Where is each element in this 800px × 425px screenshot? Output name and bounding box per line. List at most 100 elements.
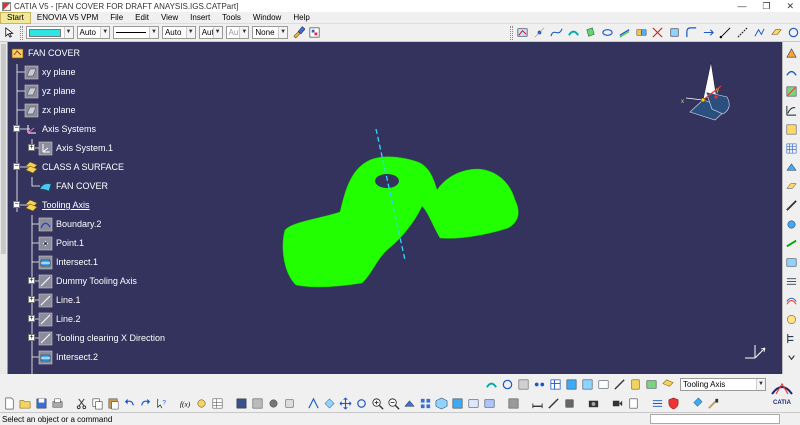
measure-item-icon[interactable] <box>546 396 560 410</box>
axis-tool-icon[interactable] <box>735 26 749 40</box>
trim-icon[interactable] <box>651 26 665 40</box>
expander-class-a-surface[interactable]: − <box>13 163 20 170</box>
translate-icon[interactable] <box>702 26 716 40</box>
current-geometrical-set-combo[interactable]: Tooling Axis ▼ <box>680 377 766 391</box>
fan-cover-surface[interactable] <box>282 156 519 288</box>
law-icon[interactable] <box>612 377 626 391</box>
expander-tooling-clearing[interactable]: + <box>28 334 35 341</box>
tree-item-line-2[interactable]: Line.2 <box>38 311 81 327</box>
menu-tools[interactable]: Tools <box>216 12 247 24</box>
tree-item-intersect-2[interactable]: Intersect.2 <box>38 349 98 365</box>
sketcher-icon[interactable] <box>516 26 530 40</box>
layer-combo[interactable]: None ▼ <box>252 26 289 39</box>
fill-color-combo[interactable]: ▼ <box>25 26 74 39</box>
table-icon[interactable] <box>548 377 562 391</box>
tree-item-zx-plane[interactable]: zx plane <box>24 102 76 118</box>
grid-icon[interactable] <box>785 141 799 155</box>
polyline-icon[interactable] <box>752 26 766 40</box>
draft-analysis-icon[interactable] <box>785 84 799 98</box>
connect-checker-icon[interactable] <box>785 122 799 136</box>
formula-fx-icon[interactable]: f(x) <box>178 396 192 410</box>
point-symbol-combo[interactable]: Aut ▼ <box>198 26 223 39</box>
fly-mode-icon[interactable] <box>306 396 320 410</box>
tree-item-fan-cover-part[interactable]: FAN COVER <box>10 45 80 61</box>
tree-item-fan-cover-surface[interactable]: FAN COVER <box>38 178 108 194</box>
zoom-out-icon[interactable] <box>386 396 400 410</box>
expander-line-2[interactable]: + <box>28 315 35 322</box>
boundary-tool-icon[interactable] <box>785 236 799 250</box>
compass-widget[interactable] <box>685 61 730 121</box>
tree-item-point-1[interactable]: Point.1 <box>38 235 84 251</box>
minimize-button[interactable]: — <box>737 0 746 12</box>
render-icon[interactable] <box>266 396 280 410</box>
multi-view-icon[interactable] <box>418 396 432 410</box>
boolean-icon[interactable] <box>516 377 530 391</box>
new-icon[interactable] <box>2 396 16 410</box>
rendering-style-combo[interactable]: Aut ▼ <box>225 26 250 39</box>
transparency-combo[interactable]: Auto ▼ <box>76 26 111 39</box>
shield-icon[interactable] <box>666 396 680 410</box>
design-table-icon[interactable] <box>210 396 224 410</box>
snapshot-icon[interactable] <box>586 396 600 410</box>
brush-icon[interactable] <box>706 396 720 410</box>
offset-icon[interactable] <box>617 26 631 40</box>
hide-show-icon[interactable] <box>644 377 658 391</box>
apply-material-icon[interactable] <box>506 396 520 410</box>
highlight-icon[interactable] <box>785 217 799 231</box>
line-tool-icon[interactable] <box>719 26 733 40</box>
expander-line-1[interactable]: + <box>28 296 35 303</box>
extrude-icon[interactable] <box>583 26 597 40</box>
layout-icon[interactable] <box>250 396 264 410</box>
menu-insert[interactable]: Insert <box>184 12 216 24</box>
video-icon[interactable] <box>610 396 624 410</box>
expander-dummy-tooling-axis[interactable]: + <box>28 277 35 284</box>
formula-icon[interactable] <box>580 377 594 391</box>
expander-tooling-axis[interactable]: − <box>13 201 20 208</box>
cut-icon[interactable] <box>74 396 88 410</box>
sweep-icon[interactable] <box>567 26 581 40</box>
circle-tool-icon[interactable] <box>786 26 800 40</box>
curvature-icon[interactable] <box>785 103 799 117</box>
tree-item-line-1[interactable]: Line.1 <box>38 292 81 308</box>
normal-view-icon[interactable] <box>402 396 416 410</box>
fit-all-icon[interactable] <box>234 396 248 410</box>
menu-enovia[interactable]: ENOVIA V5 VPM <box>31 12 104 24</box>
measure-icon[interactable] <box>785 198 799 212</box>
pan-icon[interactable] <box>338 396 352 410</box>
copy-icon[interactable] <box>90 396 104 410</box>
menu-file[interactable]: File <box>104 12 129 24</box>
measure-between-icon[interactable] <box>530 396 544 410</box>
plane-tool-icon[interactable] <box>769 26 783 40</box>
tree-item-tooling-clearing[interactable]: Tooling clearing X Direction <box>38 330 165 346</box>
tree-item-dummy-tooling-axis[interactable]: Dummy Tooling Axis <box>38 273 137 289</box>
menu-edit[interactable]: Edit <box>129 12 155 24</box>
tree-item-yz-plane[interactable]: yz plane <box>24 83 76 99</box>
join-icon[interactable] <box>634 26 648 40</box>
restore-button[interactable]: ❐ <box>762 0 770 12</box>
rotate-surface-icon[interactable] <box>500 377 514 391</box>
isophotes-icon[interactable] <box>785 293 799 307</box>
menu-start[interactable]: Start <box>0 11 31 24</box>
command-input[interactable] <box>650 414 780 424</box>
expander-axis-systems[interactable]: − <box>13 125 20 132</box>
knowledge-icon[interactable] <box>564 377 578 391</box>
tree-item-tooling-axis[interactable]: Tooling Axis <box>24 197 90 213</box>
clipboard-icon[interactable] <box>626 396 640 410</box>
shading-icon[interactable] <box>450 396 464 410</box>
open-icon[interactable] <box>18 396 32 410</box>
reflect-lines-icon[interactable] <box>785 274 799 288</box>
menu-help[interactable]: Help <box>287 12 315 24</box>
tree-item-xy-plane[interactable]: xy plane <box>24 64 76 80</box>
toggle-tree-icon[interactable] <box>650 396 664 410</box>
redo-icon[interactable] <box>138 396 152 410</box>
knowledge-advisor-icon[interactable] <box>194 396 208 410</box>
extract-icon[interactable] <box>668 26 682 40</box>
fit-all-in-icon[interactable] <box>322 396 336 410</box>
painter-icon[interactable] <box>291 26 305 40</box>
environment-icon[interactable] <box>785 312 799 326</box>
tree-item-axis-system-1[interactable]: Axis System.1 <box>38 140 113 156</box>
expander-axis-system-1[interactable]: + <box>28 144 35 151</box>
catalog-icon[interactable] <box>628 377 642 391</box>
tree-item-axis-systems[interactable]: Axis Systems <box>24 121 96 137</box>
properties-icon[interactable] <box>308 26 322 40</box>
